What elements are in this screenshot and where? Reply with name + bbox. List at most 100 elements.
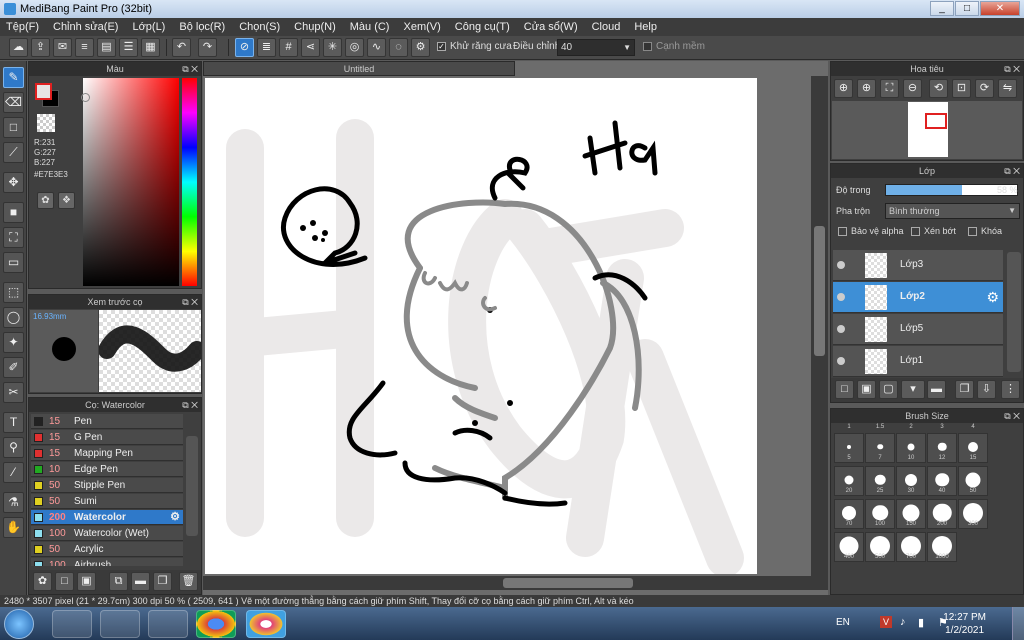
brush-size-cell[interactable]: 50 (958, 466, 988, 496)
brush-list-scrollbar[interactable] (186, 436, 198, 536)
transparent-color-swatch[interactable] (37, 114, 55, 132)
select-eraser-icon[interactable]: ✂ (3, 382, 24, 403)
undo-icon[interactable]: ↶ (172, 38, 191, 57)
menu-file[interactable]: Tệp(F) (6, 21, 39, 33)
blend-mode-dropdown[interactable]: Bình thường ▼ (885, 203, 1020, 219)
visibility-icon[interactable] (837, 325, 845, 333)
panel-close-icon[interactable]: ⧉ ✕ (182, 295, 198, 309)
fill-rect-tool-icon[interactable]: ■ (3, 202, 24, 223)
hand-tool-icon[interactable]: ✋ (3, 517, 24, 538)
parallel-snap-icon[interactable]: ≣ (257, 38, 276, 57)
brush-size-cell[interactable]: 7 (865, 433, 895, 463)
network-icon[interactable]: ▮ (918, 616, 924, 629)
curve-snap-icon[interactable]: ∿ (367, 38, 386, 57)
text-tool-icon[interactable]: T (3, 412, 24, 433)
add-layer-menu-icon[interactable]: ▾ (901, 380, 925, 399)
actual-size-icon[interactable]: ⊡ (952, 79, 971, 98)
menu-window[interactable]: Cửa sổ(W) (524, 21, 578, 33)
zoom-in-alt-icon[interactable]: ⊕ (857, 79, 876, 98)
brush-size-cell[interactable]: 5 (834, 433, 864, 463)
brush-size-header-label[interactable]: 1.5 (865, 424, 895, 432)
visibility-icon[interactable] (837, 357, 845, 365)
layer-item[interactable]: Lớp5 (833, 314, 1003, 345)
gradient-tool-icon[interactable]: ▭ (3, 252, 24, 273)
brush-size-cell[interactable]: 15 (958, 433, 988, 463)
menu-color[interactable]: Màu (C) (350, 21, 390, 33)
magic-wand-icon[interactable]: ✦ (3, 332, 24, 353)
speaker-icon[interactable]: ♪ (900, 616, 906, 628)
lasso-tool-icon[interactable]: ◯ (3, 307, 24, 328)
brush-size-header-label[interactable]: 1 (834, 424, 864, 432)
line-tool-icon[interactable]: ⟋ (3, 142, 24, 163)
move-tool-icon[interactable]: ✥ (3, 172, 24, 193)
canvas-horizontal-scrollbar[interactable] (203, 576, 828, 590)
snap-off-icon[interactable]: ⊘ (235, 38, 254, 57)
circle-snap-icon[interactable]: ◎ (345, 38, 364, 57)
palette-icon[interactable]: ✿ (37, 192, 54, 209)
folder-icon[interactable]: ▬ (927, 380, 946, 399)
brush-size-cell[interactable]: 400 (834, 532, 864, 562)
brush-size-cell[interactable]: 20 (834, 466, 864, 496)
network-app-icon[interactable] (148, 610, 188, 638)
brush-size-cell[interactable]: 500 (865, 532, 895, 562)
canvas-vertical-scrollbar[interactable] (811, 76, 828, 576)
navigator-viewport[interactable] (925, 113, 947, 129)
foreground-color-swatch[interactable] (35, 83, 52, 100)
file-explorer-icon[interactable] (100, 610, 140, 638)
text-panel-icon[interactable]: ≡ (75, 38, 94, 57)
brush-settings-icon[interactable]: ▣ (77, 572, 96, 591)
language-indicator[interactable]: EN (836, 617, 850, 628)
visibility-icon[interactable] (837, 261, 845, 269)
brush-size-header-label[interactable]: 2 (896, 424, 926, 432)
settings-snap-icon[interactable]: ⚙ (411, 38, 430, 57)
brush-size-cell[interactable]: 100 (865, 499, 895, 529)
export-icon[interactable]: ⇪ (31, 38, 50, 57)
saturation-value-picker[interactable] (81, 78, 179, 286)
menu-cloud[interactable]: Cloud (592, 21, 621, 33)
gear-icon[interactable]: ⚙ (170, 510, 180, 525)
brush-tool-icon[interactable]: ✎ (3, 67, 24, 88)
brush-item[interactable]: 15 G Pen (31, 430, 183, 445)
zoom-in-icon[interactable]: ⊕ (834, 79, 853, 98)
drawing-canvas[interactable] (205, 78, 757, 574)
ellipse-snap-icon[interactable]: ◌ (389, 38, 408, 57)
layer-item[interactable]: Lớp3 (833, 250, 1003, 281)
show-desktop-button[interactable] (1012, 607, 1024, 640)
soft-edge-checkbox[interactable] (643, 42, 652, 51)
eyedropper-tool-icon[interactable]: ⚗ (3, 492, 24, 513)
menu-capture[interactable]: Chụp(N) (294, 21, 336, 33)
brush-size-cell[interactable]: 1000 (927, 532, 957, 562)
brush-size-cell[interactable]: 10 (896, 433, 926, 463)
brush-item[interactable]: 50 Sumi (31, 494, 183, 509)
list-icon[interactable]: ☰ (119, 38, 138, 57)
brush-size-cell[interactable]: 200 (927, 499, 957, 529)
layer-item-selected[interactable]: Lớp2 ⚙ (833, 282, 1003, 313)
folder-icon[interactable]: ▬ (131, 572, 150, 591)
duplicate-layer-icon[interactable]: ❐ (955, 380, 974, 399)
medibang-taskbar-icon[interactable] (246, 610, 286, 638)
operation-tool-icon[interactable]: ⚲ (3, 437, 24, 458)
menu-layer[interactable]: Lớp(L) (132, 21, 165, 33)
panel-close-icon[interactable]: ⧉ ✕ (182, 398, 198, 412)
copy-brush-icon[interactable]: ⧉ (109, 572, 128, 591)
brush-item[interactable]: 15 Mapping Pen (31, 446, 183, 461)
brush-size-cell[interactable]: 30 (896, 466, 926, 496)
brush-size-header-label[interactable]: 4 (958, 424, 988, 432)
brush-item[interactable]: 50 Stipple Pen (31, 478, 183, 493)
bucket-tool-icon[interactable]: ⛶ (3, 227, 24, 248)
color-picker-cursor[interactable] (81, 93, 90, 102)
reset-view-icon[interactable]: ⟲ (929, 79, 948, 98)
brush-size-cell[interactable]: 40 (927, 466, 957, 496)
layer-item[interactable]: Lớp1 (833, 346, 1003, 377)
gear-icon[interactable]: ⚙ (986, 289, 999, 306)
brush-size-cell[interactable]: 12 (927, 433, 957, 463)
adjust-dropdown[interactable]: 40 ▼ (557, 39, 635, 56)
menu-tools[interactable]: Công cụ(T) (455, 21, 510, 33)
cross-snap-icon[interactable]: # (279, 38, 298, 57)
brush-item[interactable]: 200 Watercolor ⚙ (31, 510, 183, 525)
brush-size-header-label[interactable]: 3 (927, 424, 957, 432)
menu-view[interactable]: Xem(V) (403, 21, 440, 33)
fit-view-icon[interactable]: ⛶ (880, 79, 899, 98)
comment-icon[interactable]: ✉ (53, 38, 72, 57)
new-layer-icon[interactable]: □ (835, 380, 854, 399)
